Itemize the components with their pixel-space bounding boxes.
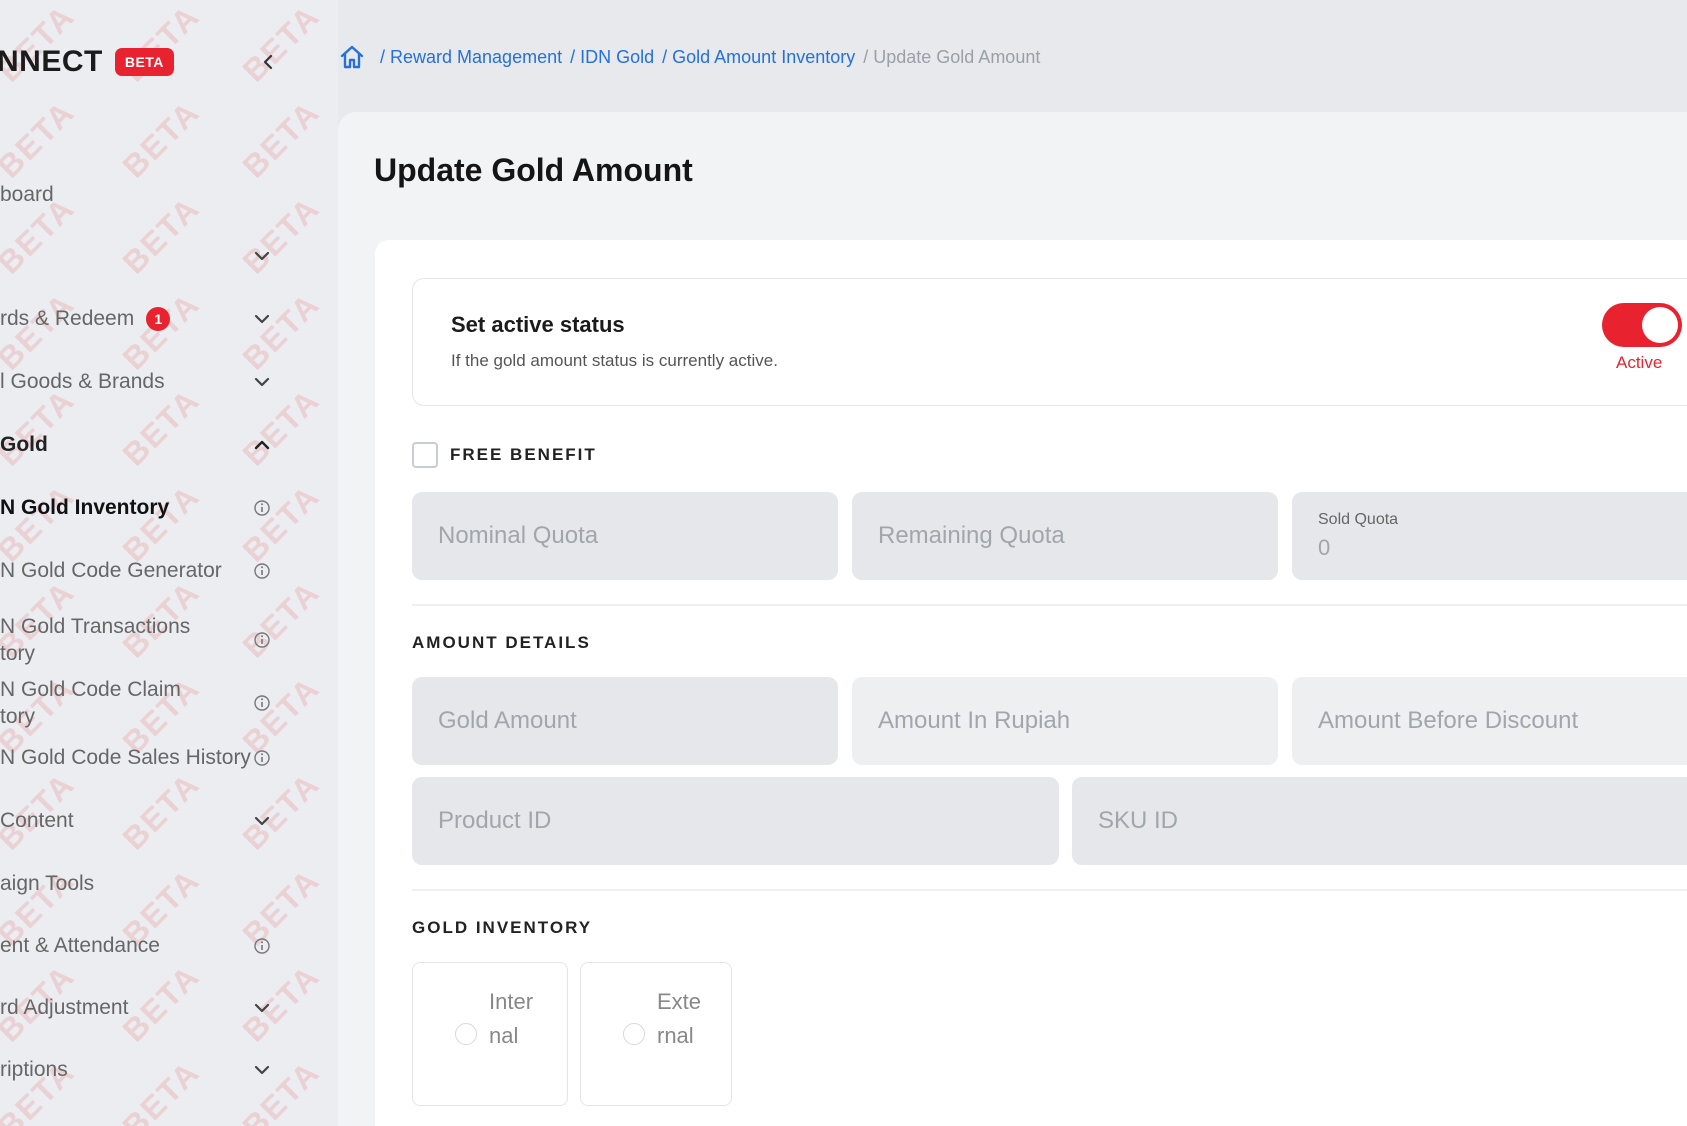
inventory-option-external[interactable]: External xyxy=(580,962,732,1106)
sidebar-item-label: l Goods & Brands xyxy=(0,370,165,393)
info-icon xyxy=(244,553,280,589)
gold-inventory-heading: GOLD INVENTORY xyxy=(412,918,593,937)
status-title: Set active status xyxy=(451,312,625,337)
inventory-option-label: External xyxy=(657,989,702,1048)
sidebar-item-label: rd Adjustment xyxy=(0,996,129,1019)
info-icon xyxy=(244,622,280,658)
inventory-option-label: Internal xyxy=(489,989,534,1048)
nominal-quota-input[interactable]: Nominal Quota xyxy=(412,492,838,580)
free-benefit-label: FREE BENEFIT xyxy=(450,445,597,464)
brand-name: NNECT xyxy=(0,45,103,78)
sidebar-item-idn-gold-code-claim-history[interactable]: N Gold Code Claim tory xyxy=(0,675,300,731)
free-benefit-checkbox[interactable] xyxy=(412,442,438,468)
status-description: If the gold amount status is currently a… xyxy=(451,351,778,370)
sidebar-item-label: ent & Attendance xyxy=(0,934,160,957)
sidebar-item-collapsed-group[interactable] xyxy=(0,236,300,276)
page-title: Update Gold Amount xyxy=(374,152,693,188)
breadcrumb-reward-management[interactable]: / Reward Management xyxy=(380,47,562,68)
sidebar-item-idn-gold-code-generator[interactable]: N Gold Code Generator xyxy=(0,551,300,591)
sidebar-item-idn-gold-code-sales-history[interactable]: N Gold Code Sales History xyxy=(0,738,300,778)
sidebar-item-idn-gold-inventory[interactable]: N Gold Inventory xyxy=(0,488,300,528)
divider xyxy=(412,604,1687,606)
collapse-sidebar-button[interactable] xyxy=(255,48,283,76)
home-icon[interactable] xyxy=(338,42,368,72)
chevron-down-icon xyxy=(244,238,280,274)
breadcrumb: / Reward Management / IDN Gold / Gold Am… xyxy=(338,38,1048,76)
toggle-knob xyxy=(1642,307,1678,343)
product-id-input[interactable]: Product ID xyxy=(412,777,1059,865)
sidebar-item-label: N Gold Transactions tory xyxy=(0,615,191,665)
sidebar-item-label: N Gold Code Sales History xyxy=(0,746,251,769)
sidebar-item-label: riptions xyxy=(0,1058,68,1081)
info-icon xyxy=(244,928,280,964)
breadcrumb-gold-amount-inventory[interactable]: / Gold Amount Inventory xyxy=(662,47,855,68)
beta-watermark: BETA xyxy=(235,93,327,185)
toggle-label: Active xyxy=(1616,353,1663,372)
radio-button[interactable] xyxy=(455,1023,477,1045)
chevron-down-icon xyxy=(244,1052,280,1088)
sold-quota-input[interactable]: Sold Quota 0 xyxy=(1292,492,1687,580)
sidebar-item-rewards-redeem[interactable]: rds & Redeem 1 xyxy=(0,299,300,339)
sidebar-item-label: N Gold Inventory xyxy=(0,496,170,519)
divider xyxy=(412,889,1687,891)
sold-quota-label: Sold Quota xyxy=(1318,511,1399,528)
sidebar-item-label: board xyxy=(0,183,54,206)
radio-button[interactable] xyxy=(623,1023,645,1045)
chevron-down-icon xyxy=(244,301,280,337)
sidebar-item-label: aign Tools xyxy=(0,872,95,895)
sidebar-item-label: Gold xyxy=(0,433,48,456)
info-icon xyxy=(244,740,280,776)
sidebar-item-label: Content xyxy=(0,809,74,832)
beta-watermark: BETA xyxy=(115,93,207,185)
beta-badge: BETA xyxy=(114,48,174,76)
amount-in-rupiah-input[interactable]: Amount In Rupiah xyxy=(852,677,1278,765)
sidebar: BETA BETA BETA BETA BETA BETA BETA BETA BETA BETA… xyxy=(0,0,338,1126)
info-icon xyxy=(244,490,280,526)
remaining-quota-input[interactable]: Remaining Quota xyxy=(852,492,1278,580)
sidebar-item-reward-adjustment[interactable]: rd Adjustment xyxy=(0,988,300,1028)
active-status-toggle[interactable] xyxy=(1602,303,1682,347)
chevron-down-icon xyxy=(244,990,280,1026)
free-benefit-row: FREE BENEFIT xyxy=(412,442,597,468)
sidebar-item-subscriptions[interactable]: riptions xyxy=(0,1050,300,1090)
sidebar-item-dashboard[interactable]: board xyxy=(0,175,300,215)
sidebar-item-label: rds & Redeem xyxy=(0,307,135,330)
amount-before-discount-input[interactable]: Amount Before Discount xyxy=(1292,677,1687,765)
beta-watermark: BETA xyxy=(0,93,82,185)
inventory-option-internal[interactable]: Internal xyxy=(412,962,568,1106)
sidebar-item-idn-gold-transactions-history[interactable]: N Gold Transactions tory xyxy=(0,612,300,668)
breadcrumb-current: / Update Gold Amount xyxy=(863,46,1041,67)
sidebar-item-content[interactable]: Content xyxy=(0,801,300,841)
notification-badge: 1 xyxy=(146,307,171,331)
sidebar-item-goods-brands[interactable]: l Goods & Brands xyxy=(0,362,300,402)
sidebar-item-label: N Gold Code Generator xyxy=(0,559,222,582)
chevron-down-icon xyxy=(244,364,280,400)
info-icon xyxy=(244,685,280,721)
active-status-box: Set active status If the gold amount sta… xyxy=(412,278,1687,406)
gold-amount-input[interactable]: Gold Amount xyxy=(412,677,838,765)
sidebar-item-campaign-tools[interactable]: aign Tools xyxy=(0,864,300,904)
amount-details-heading: AMOUNT DETAILS xyxy=(412,633,591,652)
sidebar-item-label: N Gold Code Claim tory xyxy=(0,678,181,728)
sidebar-item-event-attendance[interactable]: ent & Attendance xyxy=(0,926,300,966)
sold-quota-value: 0 xyxy=(1318,535,1331,560)
brand-logo: NNECT BETA xyxy=(0,44,174,80)
sidebar-item-idn-gold[interactable]: Gold xyxy=(0,425,300,465)
chevron-down-icon xyxy=(244,803,280,839)
chevron-left-icon xyxy=(263,54,273,70)
sku-id-input[interactable]: SKU ID xyxy=(1072,777,1687,865)
chevron-up-icon xyxy=(244,427,280,463)
breadcrumb-idn-gold[interactable]: / IDN Gold xyxy=(570,47,654,68)
